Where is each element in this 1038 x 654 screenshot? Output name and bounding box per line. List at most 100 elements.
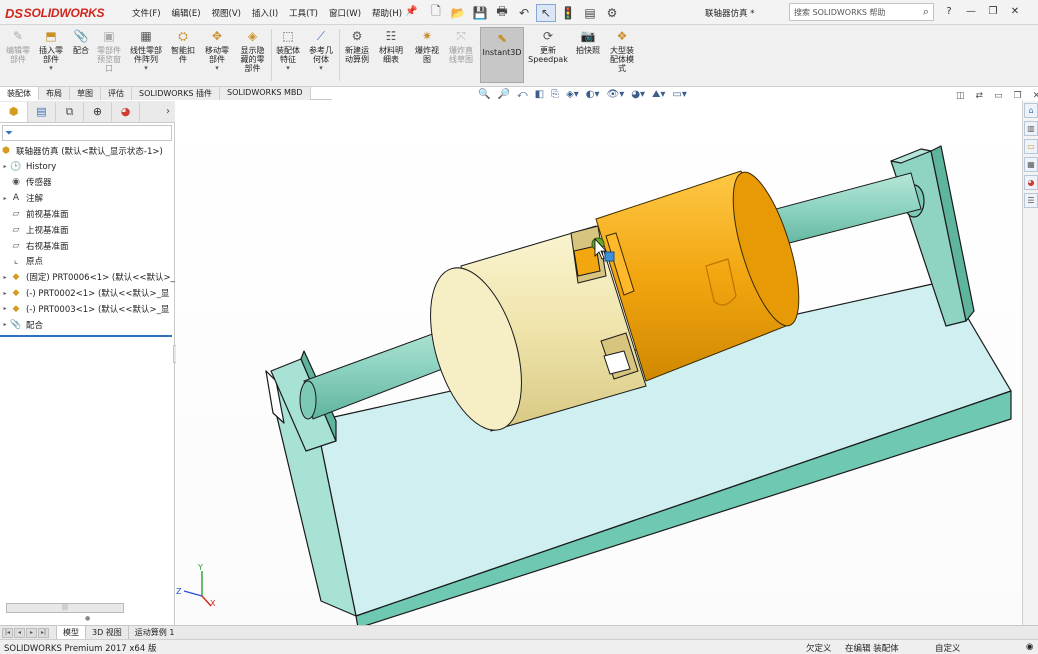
assembly-features-button[interactable]: ⬚ 装配体 特征 ▾ <box>273 28 303 73</box>
tab-layout[interactable]: 布局 <box>39 87 70 100</box>
custom-properties-icon[interactable]: ☰ <box>1024 193 1038 208</box>
instant3d-button[interactable]: ⬉ Instant3D <box>480 27 524 83</box>
bill-of-materials-button[interactable]: ☷ 材料明 细表 <box>376 28 406 65</box>
dimxpert-icon[interactable]: ⊕ <box>84 101 112 122</box>
search-icon[interactable]: ⌕ <box>923 5 929 19</box>
expand-arrow-icon[interactable]: ▸ <box>0 305 10 312</box>
triad-handle-icon[interactable] <box>604 251 615 262</box>
file-explorer-icon[interactable]: ▭ <box>1024 139 1038 154</box>
design-library-icon[interactable]: ▥ <box>1024 121 1038 136</box>
menu-view[interactable]: 视图(V) <box>212 7 241 19</box>
status-help-icon[interactable]: ◉ <box>1026 642 1033 652</box>
dropdown-arrow-icon[interactable]: ▾ <box>319 64 323 73</box>
smart-fasteners-button[interactable]: ⛭ 智能扣 件 <box>169 28 197 65</box>
tree-item-mates[interactable]: ▸ 📎 配合 <box>0 317 175 333</box>
tab-3d-views[interactable]: 3D 视图 <box>85 626 128 639</box>
first-tab-icon[interactable]: |◂ <box>2 627 13 638</box>
configurationmanager-icon[interactable]: ⧉ <box>56 101 84 122</box>
tree-item-front-plane[interactable]: ▱ 前视基准面 <box>0 206 175 222</box>
last-tab-icon[interactable]: ▸| <box>38 627 49 638</box>
menu-file[interactable]: 文件(F) <box>132 7 161 19</box>
apply-scene-icon[interactable]: ⛰▾ <box>652 89 665 100</box>
tree-item-right-plane[interactable]: ▱ 右视基准面 <box>0 238 175 254</box>
tree-item-part-prt0006[interactable]: ▸ ◆ (固定) PRT0006<1> (默认<<默认>_ <box>0 269 175 285</box>
dropdown-arrow-icon[interactable]: ▾ <box>215 64 219 73</box>
viewport-restore-icon[interactable]: ❐ <box>1014 91 1022 101</box>
filter-icon[interactable]: ⏷ <box>5 128 13 139</box>
undo-icon[interactable]: ↶ <box>514 4 534 22</box>
new-icon[interactable]: 🗋 <box>426 4 446 22</box>
reference-geometry-button[interactable]: ⟋ 参考几 何体 ▾ <box>306 28 336 73</box>
display-style-icon[interactable]: ◐▾ <box>586 89 600 100</box>
section-view-icon[interactable]: ◧ <box>535 89 544 100</box>
minimize-icon[interactable]: — <box>961 3 981 21</box>
help-search-input[interactable]: 搜索 SOLIDWORKS 帮助 ⌕ <box>789 3 934 21</box>
units-selector[interactable]: 自定义 <box>935 642 961 654</box>
rollback-bar[interactable] <box>0 335 172 337</box>
tree-item-part-prt0003[interactable]: ▸ ◆ (-) PRT0003<1> (默认<<默认>_显 <box>0 301 175 317</box>
zoom-to-fit-icon[interactable]: 🔍 <box>478 89 490 100</box>
insert-component-button[interactable]: ⬒ 插入零 部件 ▾ <box>36 28 66 73</box>
appearances-icon[interactable]: ◕ <box>1024 175 1038 190</box>
viewport-close-icon[interactable]: ✕ <box>1033 91 1038 101</box>
close-icon[interactable]: ✕ <box>1005 3 1025 21</box>
graphics-area[interactable]: Y X Z <box>176 101 1022 625</box>
view-orientation-icon[interactable]: ◈▾ <box>566 89 579 100</box>
linear-pattern-button[interactable]: ▦ 线性零部 件阵列 ▾ <box>127 28 165 73</box>
rebuild-icon[interactable]: 🚦 <box>558 4 578 22</box>
menu-edit[interactable]: 编辑(E) <box>172 7 201 19</box>
explode-line-sketch-button[interactable]: ⤧ 爆炸直 线草图 <box>445 28 477 65</box>
menu-tools[interactable]: 工具(T) <box>289 7 318 19</box>
expand-arrow-icon[interactable]: ▸ <box>0 163 10 170</box>
take-snapshot-button[interactable]: 📷 拍快照 <box>574 28 602 56</box>
file-properties-icon[interactable]: ▤ <box>580 4 600 22</box>
scroll-handle-icon[interactable]: ● <box>85 615 90 622</box>
large-assembly-mode-button[interactable]: ❖ 大型装 配体模 式 <box>606 28 638 74</box>
dropdown-arrow-icon[interactable]: ▾ <box>49 64 53 73</box>
print-icon[interactable]: 🖶 <box>492 4 512 22</box>
menu-help[interactable]: 帮助(H) <box>372 7 402 19</box>
previous-view-icon[interactable]: ⤺ <box>517 89 528 100</box>
tree-item-sensors[interactable]: ◉ 传感器 <box>0 175 175 191</box>
show-hidden-components-button[interactable]: ◈ 显示隐 藏的零 部件 <box>237 28 268 74</box>
featuremanager-icon[interactable]: ⬢ <box>0 101 28 122</box>
dynamic-annotation-icon[interactable]: ⎘ <box>551 89 559 100</box>
tree-item-annotations[interactable]: ▸ A 注解 <box>0 190 175 206</box>
tab-motion-study-1[interactable]: 运动算例 1 <box>127 626 181 639</box>
tab-assembly[interactable]: 装配体 <box>0 87 39 100</box>
solidworks-logo[interactable]: DS SOLIDWORKS <box>5 4 105 22</box>
zoom-to-area-icon[interactable]: 🔎 <box>497 89 509 100</box>
viewport-split-icon[interactable]: ◫ <box>956 91 965 101</box>
chevron-right-icon[interactable]: › <box>166 106 170 117</box>
tree-root[interactable]: ⬢ 联轴器仿真 (默认<默认_显示状态-1>) <box>0 143 175 159</box>
view-palette-icon[interactable]: ▦ <box>1024 157 1038 172</box>
tree-item-top-plane[interactable]: ▱ 上视基准面 <box>0 222 175 238</box>
next-tab-icon[interactable]: ▸ <box>26 627 37 638</box>
component-preview-button[interactable]: ▣ 零部件 预览窗 口 <box>94 28 124 74</box>
restore-icon[interactable]: ❐ <box>983 3 1003 21</box>
dropdown-arrow-icon[interactable]: ▾ <box>144 64 148 73</box>
view-settings-icon[interactable]: ▭▾ <box>672 89 686 100</box>
dropdown-arrow-icon[interactable]: ▾ <box>286 64 290 73</box>
menu-window[interactable]: 窗口(W) <box>329 7 361 19</box>
open-icon[interactable]: 📂 <box>448 4 468 22</box>
hide-show-items-icon[interactable]: 👁▾ <box>607 89 625 100</box>
update-speedpak-button[interactable]: ⟳ 更新 Speedpak <box>527 28 569 65</box>
display-manager-icon[interactable]: ◕ <box>112 101 140 122</box>
tree-filter-input[interactable]: ⏷ <box>2 125 172 141</box>
tab-evaluate[interactable]: 评估 <box>101 87 132 100</box>
new-motion-study-button[interactable]: ⚙ 新建运 动算例 <box>342 28 372 65</box>
expand-arrow-icon[interactable]: ▸ <box>0 290 10 297</box>
tree-item-part-prt0002[interactable]: ▸ ◆ (-) PRT0002<1> (默认<<默认>_显 <box>0 285 175 301</box>
tree-item-origin[interactable]: ⌞ 原点 <box>0 254 175 270</box>
exploded-view-button[interactable]: ✷ 爆炸视 图 <box>412 28 442 65</box>
viewport-link-icon[interactable]: ⇄ <box>976 91 984 101</box>
pin-icon[interactable]: 📌 <box>405 6 417 17</box>
tab-mbd[interactable]: SOLIDWORKS MBD <box>219 87 311 100</box>
expand-arrow-icon[interactable]: ▸ <box>0 321 10 328</box>
expand-arrow-icon[interactable]: ▸ <box>0 274 10 281</box>
tab-addins[interactable]: SOLIDWORKS 插件 <box>132 87 220 100</box>
expand-arrow-icon[interactable]: ▸ <box>0 195 10 202</box>
options-icon[interactable]: ⚙ <box>602 4 622 22</box>
save-icon[interactable]: 💾 <box>470 4 490 22</box>
